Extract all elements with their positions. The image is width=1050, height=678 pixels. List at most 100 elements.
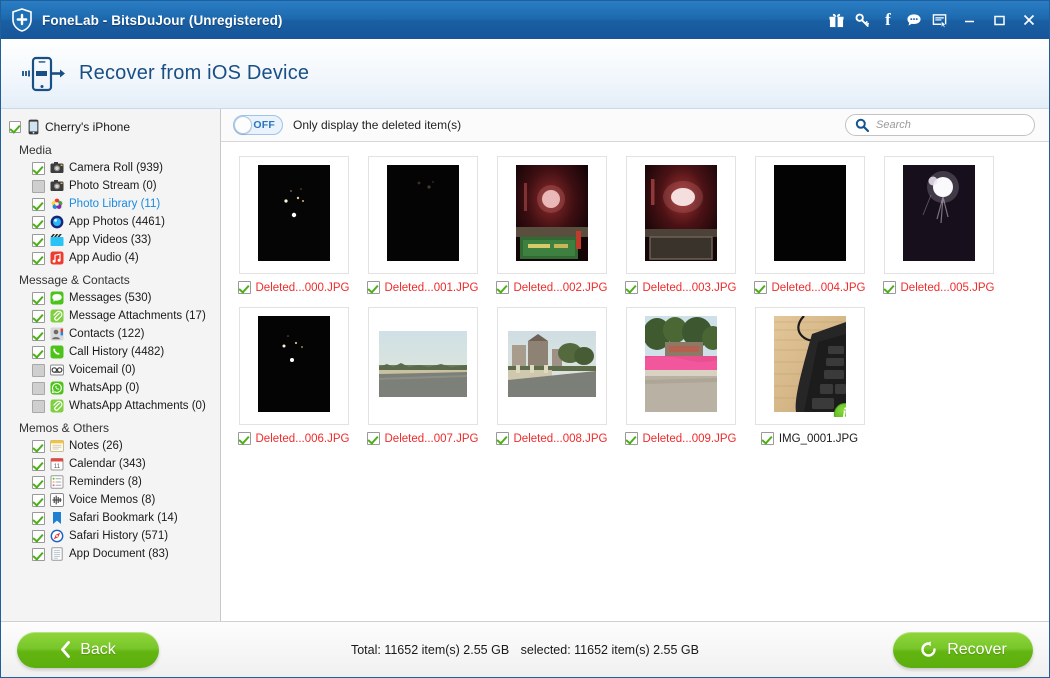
sidebar-item-photo-library[interactable]: Photo Library (11) [1, 196, 220, 212]
thumbnail-image[interactable] [754, 156, 865, 274]
facebook-icon[interactable]: f [875, 5, 901, 35]
thumbnail-image[interactable] [625, 307, 736, 425]
sidebar-item-contacts[interactable]: Contacts (122) [1, 326, 220, 342]
sidebar-item-checkbox[interactable] [32, 291, 45, 305]
sidebar-item-label: Camera Roll (939) [69, 162, 163, 174]
sidebar-item-checkbox[interactable] [32, 547, 45, 561]
thumbnail-image[interactable] [496, 307, 607, 425]
sidebar-item-reminders[interactable]: Reminders (8) [1, 474, 220, 490]
recover-button-label: Recover [947, 640, 1007, 658]
sidebar-item-checkbox[interactable] [32, 179, 45, 193]
sidebar-item-checkbox[interactable] [32, 197, 45, 211]
sidebar-item-checkbox[interactable] [32, 399, 45, 413]
thumbnail-checkbox[interactable] [882, 281, 896, 294]
thumbnail-cell[interactable]: Deleted...007.JPG [358, 307, 487, 445]
sidebar-item-photo-stream[interactable]: Photo Stream (0) [1, 178, 220, 194]
sidebar-item-voice-memos[interactable]: Voice Memos (8) [1, 492, 220, 508]
thumbnail-label-row: Deleted...004.JPG [753, 281, 865, 294]
recover-button[interactable]: Recover [893, 631, 1033, 668]
thumbnail-scroll-area[interactable]: Deleted...000.JPG Deleted...001.JPG Delete… [221, 142, 1049, 621]
sidebar-item-safari-history[interactable]: Safari History (571) [1, 528, 220, 544]
thumbnail-cell[interactable]: Deleted...002.JPG [487, 156, 616, 294]
thumbnail-label-row: Deleted...005.JPG [882, 281, 994, 294]
chat-icon[interactable] [901, 5, 927, 35]
sidebar-item-checkbox[interactable] [32, 493, 45, 507]
sidebar-item-camera-roll[interactable]: Camera Roll (939) [1, 160, 220, 176]
sidebar-item-checkbox[interactable] [32, 161, 45, 175]
thumbnail-checkbox[interactable] [366, 432, 380, 445]
thumbnail-cell[interactable]: Deleted...009.JPG [616, 307, 745, 445]
deleted-only-toggle[interactable]: OFF [233, 115, 283, 135]
sidebar-item-voicemail[interactable]: Voicemail (0) [1, 362, 220, 378]
search-box[interactable] [845, 114, 1035, 136]
thumbnail-cell[interactable]: Deleted...003.JPG [616, 156, 745, 294]
thumbnail-image[interactable] [496, 156, 607, 274]
sidebar-item-app-videos[interactable]: App Videos (33) [1, 232, 220, 248]
thumbnail-checkbox[interactable] [753, 281, 767, 294]
thumbnail-image[interactable] [883, 156, 994, 274]
sidebar-item-whatsapp[interactable]: WhatsApp (0) [1, 380, 220, 396]
thumbnail-image[interactable] [625, 156, 736, 274]
thumbnail-cell[interactable]: Deleted...001.JPG [358, 156, 487, 294]
thumbnail-image[interactable] [238, 156, 349, 274]
thumbnail-checkbox[interactable] [237, 281, 251, 294]
sidebar-item-app-audio[interactable]: App Audio (4) [1, 250, 220, 266]
thumbnail-checkbox[interactable] [624, 281, 638, 294]
sidebar-item-checkbox[interactable] [32, 233, 45, 247]
thumbnail-filename: Deleted...009.JPG [642, 432, 737, 445]
sidebar-item-messages[interactable]: Messages (530) [1, 290, 220, 306]
sidebar-item-checkbox[interactable] [32, 439, 45, 453]
sidebar-item-app-photos[interactable]: App Photos (4461) [1, 214, 220, 230]
search-input[interactable] [876, 119, 1026, 131]
sidebar-item-checkbox[interactable] [32, 309, 45, 323]
thumbnail-label-row: Deleted...008.JPG [495, 432, 607, 445]
maximize-button[interactable] [985, 5, 1013, 35]
thumbnail-checkbox[interactable] [495, 432, 509, 445]
minimize-button[interactable] [955, 5, 983, 35]
sidebar-item-checkbox[interactable] [32, 327, 45, 341]
sidebar-item-checkbox[interactable] [32, 457, 45, 471]
register-icon[interactable] [927, 5, 953, 35]
sidebar-item-checkbox[interactable] [32, 251, 45, 265]
thumbnail-cell[interactable]: Deleted...008.JPG [487, 307, 616, 445]
thumbnail-filename: Deleted...002.JPG [513, 281, 608, 294]
sidebar-item-safari-bookmark[interactable]: Safari Bookmark (14) [1, 510, 220, 526]
thumbnail-cell[interactable]: Deleted...006.JPG [229, 307, 358, 445]
sidebar-item-checkbox[interactable] [32, 475, 45, 489]
back-button[interactable]: Back [17, 631, 159, 668]
app-audio-icon [50, 251, 64, 265]
key-icon[interactable] [849, 5, 875, 35]
sidebar-item-calendar[interactable]: 11 Calendar (343) [1, 456, 220, 472]
sidebar-item-checkbox[interactable] [32, 345, 45, 359]
thumbnail-checkbox[interactable] [624, 432, 638, 445]
notes-icon [50, 439, 64, 453]
thumbnail-cell[interactable]: i IMG_0001.JPG [745, 307, 874, 445]
thumbnail-cell[interactable]: Deleted...004.JPG [745, 156, 874, 294]
thumbnail-checkbox[interactable] [495, 281, 509, 294]
sidebar-item-checkbox[interactable] [32, 529, 45, 543]
thumbnail-checkbox[interactable] [366, 281, 380, 294]
gift-icon[interactable] [823, 5, 849, 35]
app-photos-icon [50, 215, 64, 229]
sidebar-item-call-history[interactable]: Call History (4482) [1, 344, 220, 360]
sidebar-item-whatsapp-attachments[interactable]: WhatsApp Attachments (0) [1, 398, 220, 414]
thumbnail-image[interactable] [367, 156, 478, 274]
thumbnail-image[interactable]: i [754, 307, 865, 425]
sidebar-item-checkbox[interactable] [32, 215, 45, 229]
sidebar-item-notes[interactable]: Notes (26) [1, 438, 220, 454]
device-checkbox[interactable] [9, 121, 21, 133]
sidebar-item-message-attachments[interactable]: Message Attachments (17) [1, 308, 220, 324]
thumbnail-checkbox[interactable] [237, 432, 251, 445]
sidebar-item-checkbox[interactable] [32, 381, 45, 395]
sidebar-item-checkbox[interactable] [32, 363, 45, 377]
sidebar-item-device[interactable]: Cherry's iPhone [1, 117, 220, 138]
sidebar-item-checkbox[interactable] [32, 511, 45, 525]
thumbnail-image[interactable] [238, 307, 349, 425]
thumbnail-image[interactable] [367, 307, 478, 425]
chevron-left-icon [60, 641, 71, 658]
thumbnail-cell[interactable]: Deleted...000.JPG [229, 156, 358, 294]
close-button[interactable] [1015, 5, 1043, 35]
thumbnail-cell[interactable]: Deleted...005.JPG [874, 156, 1003, 294]
sidebar-item-app-document[interactable]: App Document (83) [1, 546, 220, 562]
thumbnail-checkbox[interactable] [760, 432, 774, 445]
